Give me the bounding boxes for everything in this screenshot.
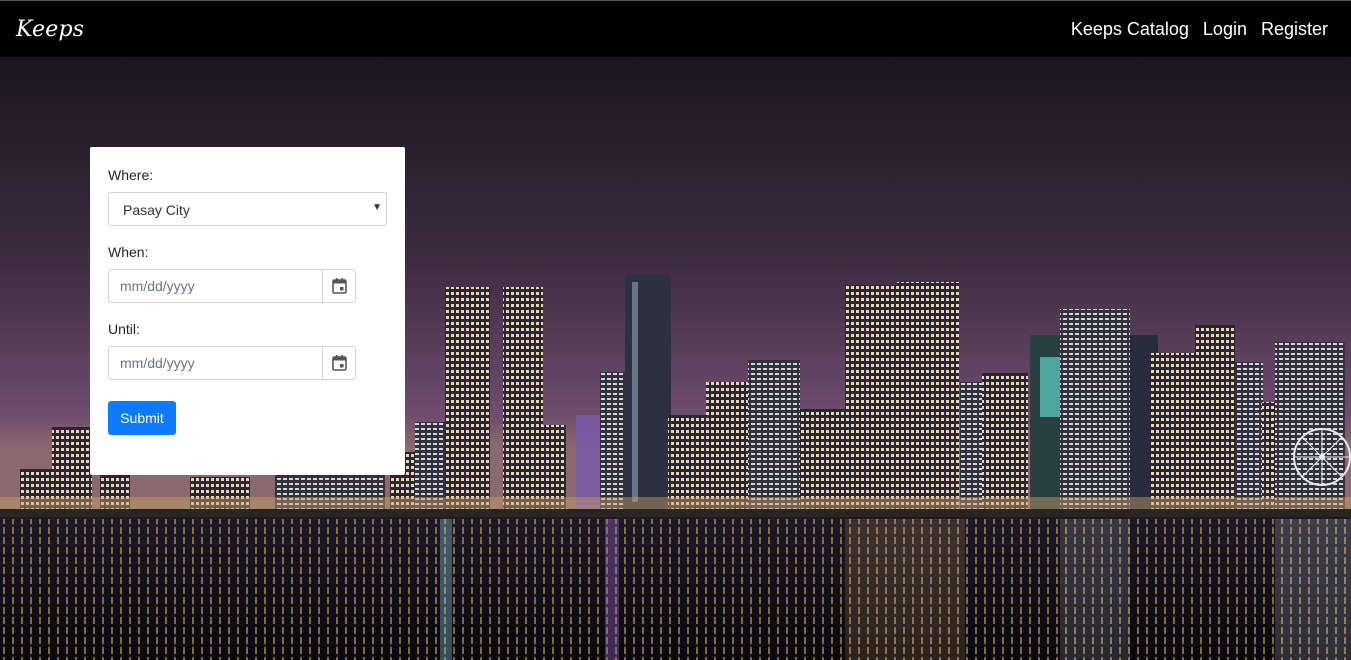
calendar-icon[interactable] [322,270,355,302]
where-select[interactable]: Pasay City ▼ [108,192,387,226]
nav-links: Keeps Catalog Login Register [1071,19,1335,40]
when-date-input[interactable] [109,270,322,302]
booking-form-card: Where: Pasay City ▼ When: Until: [90,147,405,475]
top-navbar: Keeps Keeps Catalog Login Register [0,0,1351,57]
brand-logo[interactable]: Keeps [16,17,84,42]
calendar-icon[interactable] [322,347,355,379]
until-label: Until: [108,321,140,337]
when-date-field [108,269,356,303]
nav-link-keeps-catalog[interactable]: Keeps Catalog [1071,19,1189,40]
where-select-value: Pasay City [123,202,190,218]
submit-button[interactable]: Submit [108,401,176,435]
caret-down-icon: ▼ [372,202,382,213]
until-date-field [108,346,356,380]
until-date-input[interactable] [109,347,322,379]
nav-link-login[interactable]: Login [1203,19,1247,40]
where-label: Where: [108,167,154,183]
nav-link-register[interactable]: Register [1261,19,1328,40]
when-label: When: [108,244,149,260]
